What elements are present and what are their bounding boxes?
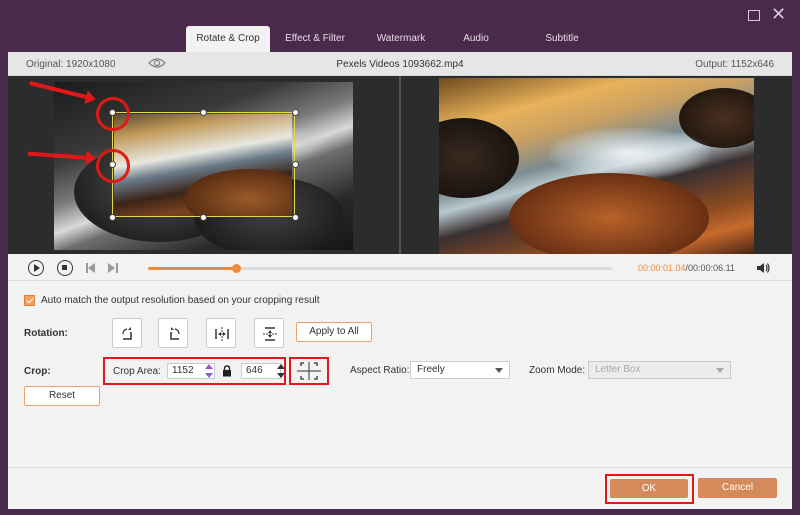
apply-to-all-button[interactable]: Apply to All bbox=[296, 322, 372, 342]
close-icon[interactable]: ✕ bbox=[771, 4, 786, 25]
rotate-left-icon bbox=[122, 327, 132, 340]
playback-bar: 00:00:01.04/00:00:06.11 bbox=[8, 254, 792, 280]
center-crop-button[interactable] bbox=[289, 357, 329, 385]
crop-handle-bottom-right[interactable] bbox=[292, 214, 299, 221]
annotation-circle-middle bbox=[96, 149, 130, 183]
crop-handle-top-right[interactable] bbox=[292, 109, 299, 116]
rotate-right-icon bbox=[170, 327, 180, 340]
previous-frame-icon[interactable] bbox=[86, 263, 96, 273]
time-display: 00:00:01.04/00:00:06.11 bbox=[638, 263, 735, 273]
crop-label: Crop: bbox=[24, 366, 51, 377]
title-bar: ✕ Rotate & Crop Effect & Filter Watermar… bbox=[0, 0, 800, 52]
crop-height-input[interactable]: 646 bbox=[241, 363, 281, 379]
crop-height-stepper[interactable] bbox=[277, 363, 285, 379]
rotate-right-button[interactable] bbox=[158, 318, 188, 348]
current-time: 00:00:01.04 bbox=[638, 263, 686, 273]
flip-horizontal-button[interactable] bbox=[206, 318, 236, 348]
tab-audio[interactable]: Audio bbox=[442, 26, 510, 52]
annotation-circle-top bbox=[96, 97, 130, 131]
crop-width-stepper[interactable] bbox=[205, 363, 213, 379]
editor-panel: Original: 1920x1080 Pexels Videos 109366… bbox=[8, 52, 792, 509]
timeline-handle[interactable] bbox=[232, 264, 242, 273]
divider bbox=[8, 280, 792, 281]
crop-handle-middle-right[interactable] bbox=[292, 161, 299, 168]
ok-highlight: OK bbox=[605, 474, 694, 504]
flip-horizontal-icon bbox=[215, 327, 229, 341]
crop-handle-bottom-center[interactable] bbox=[200, 214, 207, 221]
tab-watermark[interactable]: Watermark bbox=[360, 26, 442, 52]
auto-match-row: Auto match the output resolution based o… bbox=[24, 295, 320, 306]
next-frame-icon[interactable] bbox=[108, 263, 118, 273]
reset-button[interactable]: Reset bbox=[24, 386, 100, 406]
zoom-mode-select: Letter Box bbox=[588, 361, 731, 379]
auto-match-label: Auto match the output resolution based o… bbox=[41, 295, 320, 306]
lock-icon[interactable] bbox=[222, 365, 232, 377]
output-video-preview bbox=[439, 78, 754, 254]
flip-vertical-icon bbox=[263, 327, 277, 341]
center-crop-icon bbox=[297, 362, 321, 380]
file-name: Pexels Videos 1093662.mp4 bbox=[336, 59, 464, 70]
flip-vertical-button[interactable] bbox=[254, 318, 284, 348]
output-resolution: Output: 1152x646 bbox=[695, 59, 774, 70]
tab-rotate-crop[interactable]: Rotate & Crop bbox=[186, 26, 270, 52]
info-bar: Original: 1920x1080 Pexels Videos 109366… bbox=[8, 52, 792, 76]
rotate-left-button[interactable] bbox=[112, 318, 142, 348]
crop-handle-bottom-left[interactable] bbox=[109, 214, 116, 221]
zoom-mode-label: Zoom Mode: bbox=[529, 365, 586, 376]
footer-bar: OK Cancel bbox=[8, 467, 792, 509]
preview-divider bbox=[399, 76, 401, 254]
aspect-ratio-label: Aspect Ratio: bbox=[350, 365, 410, 376]
cancel-button[interactable]: Cancel bbox=[698, 478, 777, 498]
timeline-track[interactable] bbox=[148, 264, 612, 273]
tab-subtitle[interactable]: Subtitle bbox=[510, 26, 614, 52]
auto-match-checkbox[interactable] bbox=[24, 295, 35, 306]
crop-frame[interactable] bbox=[112, 112, 295, 217]
rotation-label: Rotation: bbox=[24, 328, 68, 339]
tab-effect-filter[interactable]: Effect & Filter bbox=[270, 26, 360, 52]
ok-button[interactable]: OK bbox=[610, 479, 688, 498]
aspect-ratio-select[interactable]: Freely bbox=[410, 361, 510, 379]
play-button[interactable] bbox=[28, 260, 44, 276]
crop-area-label: Crop Area: bbox=[113, 366, 161, 377]
maximize-icon[interactable] bbox=[748, 10, 760, 21]
crop-area-group: Crop Area: 1152 646 bbox=[103, 357, 286, 385]
crop-handle-top-center[interactable] bbox=[200, 109, 207, 116]
tab-bar: Rotate & Crop Effect & Filter Watermark … bbox=[186, 26, 614, 52]
preview-area bbox=[8, 76, 792, 254]
timeline-progress bbox=[148, 267, 237, 270]
total-time: /00:00:06.11 bbox=[685, 263, 735, 273]
stop-button[interactable] bbox=[57, 260, 73, 276]
volume-icon[interactable] bbox=[756, 262, 770, 274]
